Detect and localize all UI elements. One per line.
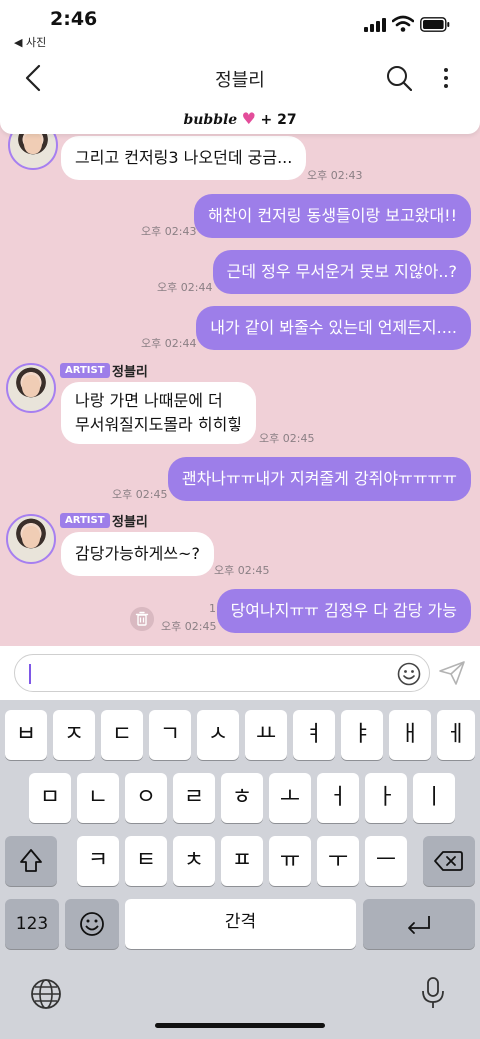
artist-name: 정블리 xyxy=(112,365,148,380)
message-input-bar xyxy=(0,646,480,700)
return-icon xyxy=(408,916,430,934)
emoji-key[interactable] xyxy=(65,899,119,949)
key[interactable]: ㅕ xyxy=(293,710,335,760)
chat-area[interactable]: bubble ♥ + 27 그리고 컨저링3 나오던데 궁금... 오후 02:… xyxy=(0,104,480,646)
artist-avatar[interactable] xyxy=(6,363,56,413)
key[interactable]: ㅡ xyxy=(365,836,407,886)
key[interactable]: ㄹ xyxy=(173,773,215,823)
search-icon[interactable] xyxy=(386,65,412,91)
key[interactable]: ㅇ xyxy=(125,773,167,823)
key[interactable]: ㅐ xyxy=(389,710,431,760)
key[interactable]: ㅗ xyxy=(269,773,311,823)
key[interactable]: ㄷ xyxy=(101,710,143,760)
artist-badge: ARTIST xyxy=(60,513,110,528)
key[interactable]: ㅁ xyxy=(29,773,71,823)
bubble-banner[interactable]: bubble ♥ + 27 xyxy=(0,104,480,134)
key[interactable]: ㅊ xyxy=(173,836,215,886)
globe-icon[interactable] xyxy=(30,978,62,1010)
key[interactable]: ㅣ xyxy=(413,773,455,823)
backspace-key[interactable] xyxy=(423,836,475,886)
shift-icon xyxy=(20,849,42,872)
key[interactable]: ㄴ xyxy=(77,773,119,823)
key[interactable]: ㄱ xyxy=(149,710,191,760)
space-key[interactable]: 간격 xyxy=(125,899,356,949)
artist-name: 정블리 xyxy=(112,515,148,530)
status-time: 2:46 xyxy=(50,8,98,30)
message-input[interactable] xyxy=(14,654,430,692)
message-time: 오후 02:45 xyxy=(161,620,217,633)
status-bar: 2:46 ◀ 사진 xyxy=(0,0,480,52)
emoji-icon[interactable] xyxy=(397,662,421,686)
incoming-message[interactable]: 나랑 가면 나때문에 더 무서워질지도몰라 히히힣 xyxy=(61,382,257,444)
message-time: 오후 02:43 xyxy=(307,169,363,182)
cellular-signal-icon xyxy=(364,18,386,32)
outgoing-message[interactable]: 내가 같이 봐줄수 있는데 언제든지.... xyxy=(196,306,471,350)
outgoing-message[interactable]: 해찬이 컨저링 동생들이랑 보고왔대!! xyxy=(194,194,471,238)
key[interactable]: ㅈ xyxy=(53,710,95,760)
key[interactable]: ㅌ xyxy=(125,836,167,886)
key[interactable]: ㅏ xyxy=(365,773,407,823)
key[interactable]: ㅓ xyxy=(317,773,359,823)
heart-icon: ♥ xyxy=(241,109,257,128)
message-time: 오후 02:45 xyxy=(112,488,168,501)
key[interactable]: ㅋ xyxy=(77,836,119,886)
send-icon[interactable] xyxy=(438,660,466,686)
key[interactable]: ㅔ xyxy=(437,710,475,760)
message-line: 무서워질지도몰라 히히힣 xyxy=(75,415,243,434)
nav-bar: 정블리 xyxy=(0,52,480,104)
unread-count: 1 xyxy=(209,602,216,615)
outgoing-message[interactable]: 괜차나ㅠㅠ내가 지켜줄게 강쥐야ㅠㅠㅠㅠ xyxy=(167,457,471,501)
backspace-icon xyxy=(434,851,463,871)
more-options-icon[interactable] xyxy=(442,66,450,90)
artist-badge: ARTIST xyxy=(60,363,110,378)
shift-key[interactable] xyxy=(5,836,57,886)
incoming-message[interactable]: 그리고 컨저링3 나오던데 궁금... xyxy=(61,136,307,180)
return-key[interactable] xyxy=(363,899,475,949)
message-line: 나랑 가면 나때문에 더 xyxy=(75,391,223,410)
message-time: 오후 02:45 xyxy=(214,564,270,577)
key[interactable]: ㅅ xyxy=(197,710,239,760)
bubble-count: + 27 xyxy=(260,112,297,128)
microphone-icon[interactable] xyxy=(420,976,446,1010)
emoji-icon xyxy=(80,912,104,936)
incoming-message[interactable]: 감당가능하게쓰~? xyxy=(61,532,214,576)
bubble-brand: bubble xyxy=(183,112,238,128)
key[interactable]: ㅛ xyxy=(245,710,287,760)
outgoing-message[interactable]: 당여나지ㅠㅠ 김정우 다 감당 가능 xyxy=(216,589,471,633)
outgoing-message[interactable]: 근데 정우 무서운거 못보 지않아..? xyxy=(212,250,471,294)
key[interactable]: ㅍ xyxy=(221,836,263,886)
wifi-icon xyxy=(392,15,414,32)
text-caret xyxy=(29,664,31,684)
message-time: 오후 02:45 xyxy=(259,432,315,445)
battery-icon xyxy=(420,17,450,32)
numbers-key[interactable]: 123 xyxy=(5,899,59,949)
message-time: 오후 02:43 xyxy=(141,225,197,238)
message-time: 오후 02:44 xyxy=(141,337,197,350)
delete-icon[interactable] xyxy=(130,607,154,631)
key[interactable]: ㅎ xyxy=(221,773,263,823)
home-indicator[interactable] xyxy=(155,1023,325,1028)
key[interactable]: ㅑ xyxy=(341,710,383,760)
message-time: 오후 02:44 xyxy=(157,281,213,294)
artist-avatar[interactable] xyxy=(6,514,56,564)
back-to-app-link[interactable]: ◀ 사진 xyxy=(14,34,46,50)
key[interactable]: ㅜ xyxy=(317,836,359,886)
key[interactable]: ㅠ xyxy=(269,836,311,886)
key[interactable]: ㅂ xyxy=(5,710,47,760)
